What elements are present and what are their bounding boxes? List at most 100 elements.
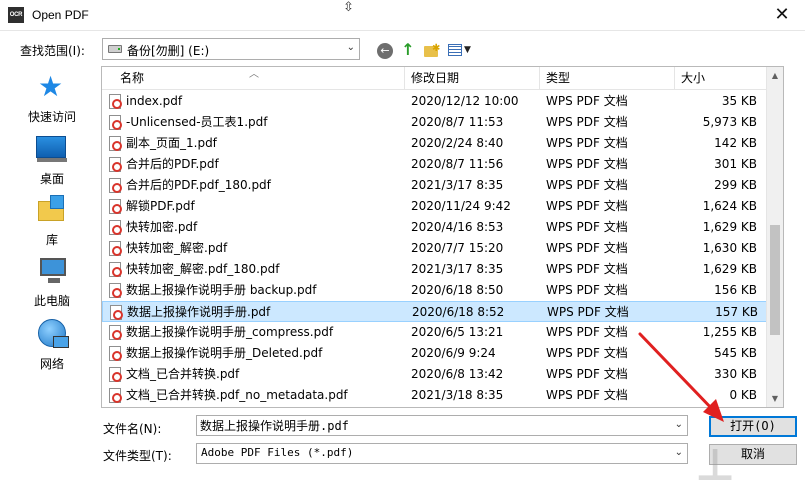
file-row[interactable]: index.pdf 2020/12/12 10:00 WPS PDF 文档 35 KB <box>102 91 767 112</box>
file-date: 2020/6/5 13:21 <box>411 325 504 339</box>
file-size: 156 KB <box>714 283 757 297</box>
open-button[interactable]: 打开(O) <box>709 416 797 437</box>
file-size: 157 KB <box>715 305 758 319</box>
file-name-label: 文件名(N): <box>103 422 162 436</box>
column-header-name[interactable]: 名称 ︿ <box>102 67 405 90</box>
place-label: 库 <box>45 233 58 247</box>
file-date: 2020/8/7 11:56 <box>411 157 504 171</box>
column-header-size[interactable]: 大小 <box>675 67 767 90</box>
column-header-type[interactable]: 类型 <box>540 67 675 90</box>
file-name: 副本_页面_1.pdf <box>126 136 217 150</box>
place-label: 此电脑 <box>33 294 70 308</box>
file-row[interactable]: 快转加密_解密.pdf_180.pdf 2021/3/17 8:35 WPS PDF… <box>102 259 767 280</box>
file-size: 301 KB <box>714 157 757 171</box>
scroll-down-icon[interactable]: ▼ <box>767 390 783 407</box>
title-bar: OCR Open PDF ⇳ ✕ <box>0 0 805 31</box>
file-list[interactable]: 名称 ︿ 修改日期 类型 大小 index.pdf 2020/12/12 10:00… <box>101 66 784 408</box>
file-row[interactable]: 数据上报操作说明手册.pdf 2020/6/18 8:52 WPS PDF 文档 15… <box>102 301 767 322</box>
file-name-field[interactable]: ⌄ <box>196 415 688 436</box>
file-type: WPS PDF 文档 <box>546 367 628 381</box>
file-type: WPS PDF 文档 <box>546 94 628 108</box>
up-one-level-button[interactable]: ↑ <box>398 40 418 60</box>
file-date: 2020/6/9 9:24 <box>411 346 496 360</box>
file-size: 0 KB <box>729 388 757 402</box>
file-date: 2021/3/17 8:35 <box>411 178 504 192</box>
close-button[interactable]: ✕ <box>759 0 805 31</box>
file-name: 数据上报操作说明手册_Deleted.pdf <box>126 346 323 360</box>
file-date: 2020/4/16 8:53 <box>411 220 504 234</box>
pdf-file-icon <box>109 115 122 130</box>
file-size: 5,973 KB <box>702 115 757 129</box>
ocr-app-icon: OCR <box>8 7 24 23</box>
view-menu-button[interactable]: ▼ <box>446 40 474 60</box>
file-size: 142 KB <box>714 136 757 150</box>
pdf-file-icon <box>109 367 122 382</box>
desktop-icon <box>36 136 67 162</box>
file-size: 1,629 KB <box>702 220 757 234</box>
scrollbar-thumb[interactable] <box>770 225 780 335</box>
window-title: Open PDF <box>32 8 89 22</box>
place-network[interactable]: 网络 <box>12 319 92 379</box>
dropdown-arrow-icon: ▼ <box>464 45 471 55</box>
file-type: WPS PDF 文档 <box>546 346 628 360</box>
file-row[interactable]: 解锁PDF.pdf 2020/11/24 9:42 WPS PDF 文档 1,624 … <box>102 196 767 217</box>
file-row[interactable]: 文档_已合并转换.pdf_no_metadata.pdf 2021/3/18 8:… <box>102 385 767 406</box>
file-row[interactable]: 合并后的PDF.pdf 2020/8/7 11:56 WPS PDF 文档 301 K… <box>102 154 767 175</box>
pdf-file-icon <box>109 346 122 361</box>
new-folder-button[interactable]: ✱ <box>421 40 441 60</box>
file-name-input[interactable] <box>200 417 666 434</box>
file-row[interactable]: 快转加密_解密.pdf 2020/7/7 15:20 WPS PDF 文档 1,630… <box>102 238 767 259</box>
watermark-logo: ⊥ <box>695 440 736 488</box>
file-type: WPS PDF 文档 <box>546 262 628 276</box>
place-this-pc[interactable]: 此电脑 <box>12 256 92 316</box>
file-row[interactable]: 数据上报操作说明手册_Deleted.pdf 2020/6/9 9:24 WPS P… <box>102 343 767 364</box>
file-name: index.pdf <box>126 94 183 108</box>
file-type: WPS PDF 文档 <box>546 178 628 192</box>
chevron-down-icon: ⌄ <box>346 42 355 53</box>
file-name: 文档_已合并转换.pdf <box>126 367 240 381</box>
file-size: 330 KB <box>714 367 757 381</box>
file-name: 合并后的PDF.pdf_180.pdf <box>126 178 271 192</box>
place-quick-access[interactable]: ★ 快速访问 <box>12 72 92 132</box>
pdf-file-icon <box>109 136 122 151</box>
pdf-file-icon <box>109 388 122 403</box>
look-in-value: 备份[勿删] (E:) <box>127 44 210 58</box>
back-button[interactable]: ← <box>375 40 395 60</box>
file-date: 2020/2/24 8:40 <box>411 136 504 150</box>
up-folder-icon: ↑ <box>401 40 415 59</box>
file-type: WPS PDF 文档 <box>546 136 628 150</box>
file-name: 合并后的PDF.pdf <box>126 157 219 171</box>
file-date: 2020/11/24 9:42 <box>411 199 511 213</box>
file-row[interactable]: 数据上报操作说明手册_compress.pdf 2020/6/5 13:21 WPS… <box>102 322 767 343</box>
file-row[interactable]: 合并后的PDF.pdf_180.pdf 2021/3/17 8:35 WPS PDF… <box>102 175 767 196</box>
file-row[interactable]: 副本_页面_1.pdf 2020/2/24 8:40 WPS PDF 文档 142 K… <box>102 133 767 154</box>
pdf-file-icon <box>109 283 122 298</box>
file-row[interactable]: 快转加密.pdf 2020/4/16 8:53 WPS PDF 文档 1,629 KB <box>102 217 767 238</box>
pdf-file-icon <box>109 94 122 109</box>
file-date: 2021/3/18 8:35 <box>411 388 504 402</box>
column-header-date[interactable]: 修改日期 <box>405 67 540 90</box>
file-date: 2020/7/7 15:20 <box>411 241 504 255</box>
pdf-file-icon <box>109 157 122 172</box>
back-arrow-icon: ← <box>377 43 393 59</box>
file-date: 2020/8/7 11:53 <box>411 115 504 129</box>
look-in-label: 查找范围(I): <box>20 44 85 58</box>
chevron-down-icon[interactable]: ⌄ <box>675 419 683 430</box>
file-row[interactable]: 数据上报操作说明手册 backup.pdf 2020/6/18 8:50 WPS P… <box>102 280 767 301</box>
places-bar: ★ 快速访问 桌面 库 此电脑 网络 <box>12 68 92 408</box>
file-row[interactable]: 文档_已合并转换.pdf 2020/6/8 13:42 WPS PDF 文档 330 … <box>102 364 767 385</box>
sort-up-icon: ︿ <box>249 69 259 80</box>
place-desktop[interactable]: 桌面 <box>12 134 92 194</box>
pdf-file-icon <box>109 199 122 214</box>
file-date: 2021/3/17 8:35 <box>411 262 504 276</box>
file-name: 快转加密_解密.pdf <box>126 241 228 255</box>
file-date: 2020/6/18 8:50 <box>411 283 504 297</box>
file-row[interactable]: -Unlicensed-员工表1.pdf 2020/8/7 11:53 WPS PD… <box>102 112 767 133</box>
file-type-dropdown[interactable]: Adobe PDF Files (*.pdf) ⌄ <box>196 443 688 464</box>
look-in-dropdown[interactable]: 备份[勿删] (E:) ⌄ <box>102 38 360 60</box>
vertical-scrollbar[interactable]: ▲ ▼ <box>766 67 783 407</box>
file-date: 2020/6/8 13:42 <box>411 367 504 381</box>
scroll-up-icon[interactable]: ▲ <box>767 67 783 84</box>
file-type: WPS PDF 文档 <box>546 241 628 255</box>
place-libraries[interactable]: 库 <box>12 195 92 255</box>
